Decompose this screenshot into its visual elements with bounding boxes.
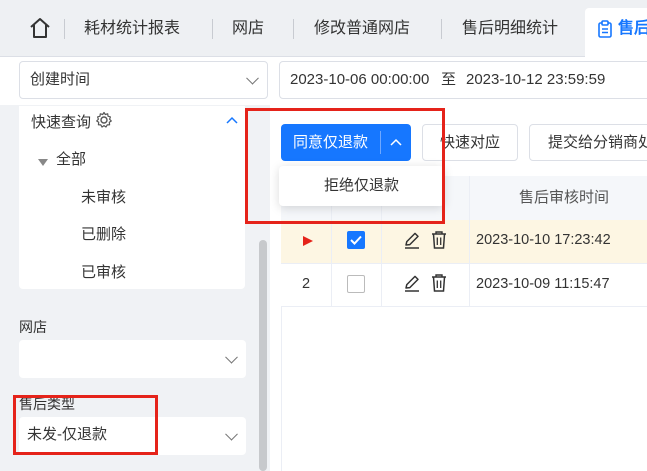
- tab-separator: [212, 19, 213, 39]
- tree-node-deleted[interactable]: 已删除: [81, 223, 126, 244]
- time-field-value: 创建时间: [30, 71, 91, 88]
- home-tab[interactable]: [26, 14, 54, 42]
- date-range-picker[interactable]: 2023-10-06 00:00:00 至 2023-10-12 23:59:5…: [279, 61, 647, 99]
- row-index: 2: [302, 276, 311, 292]
- edit-icon[interactable]: [402, 230, 422, 250]
- highlight-box-aftersale-type: [13, 395, 158, 455]
- date-range-separator: 至: [441, 71, 457, 88]
- tab-shop[interactable]: 网店: [232, 0, 264, 57]
- caret-down-icon[interactable]: [38, 154, 48, 172]
- submit-to-distributor-button[interactable]: 提交给分销商处: [529, 124, 647, 161]
- tab-separator: [441, 19, 442, 39]
- tab-aftersale-active[interactable]: 售后: [585, 8, 647, 57]
- delete-icon[interactable]: [430, 273, 448, 293]
- chevron-down-icon: [246, 71, 259, 85]
- gear-icon[interactable]: [95, 111, 113, 134]
- date-start: 2023-10-06 00:00:00: [290, 71, 430, 88]
- row-checkbox[interactable]: [347, 231, 365, 249]
- tab-aftersale-detail[interactable]: 售后明细统计: [462, 0, 558, 57]
- current-row-marker-icon: [303, 236, 313, 246]
- home-icon: [30, 18, 50, 38]
- chevron-down-icon: [225, 427, 238, 441]
- row-checkbox[interactable]: [347, 275, 365, 293]
- chevron-down-icon: [225, 350, 238, 364]
- tab-edit-shop[interactable]: 修改普通网店: [314, 0, 410, 57]
- tab-separator: [293, 19, 294, 39]
- check-icon: [350, 235, 362, 245]
- shop-filter-label: 网店: [19, 319, 47, 335]
- table-header-review-time[interactable]: 售后审核时间: [469, 176, 647, 221]
- highlight-box-refund-actions: [245, 108, 445, 224]
- delete-icon[interactable]: [430, 230, 448, 250]
- tree-node-reviewed[interactable]: 已审核: [81, 261, 126, 282]
- table-grid-line: [281, 263, 647, 264]
- table-grid-line: [469, 176, 470, 306]
- time-field-select[interactable]: 创建时间: [19, 61, 268, 99]
- clipboard-icon: [597, 20, 613, 43]
- tab-separator: [64, 19, 65, 39]
- quick-query-title: 快速查询: [31, 114, 92, 131]
- tab-consumable-report[interactable]: 耗材统计报表: [84, 0, 180, 57]
- tab-active-label: 售后: [618, 20, 647, 37]
- tab-bar: 耗材统计报表 网店 修改普通网店 售后明细统计 售后: [0, 0, 647, 57]
- tree-node-all[interactable]: 全部: [56, 148, 86, 169]
- table-empty-area: [281, 306, 647, 471]
- date-end: 2023-10-12 23:59:59: [466, 71, 606, 88]
- shop-select[interactable]: [19, 340, 246, 378]
- tree-node-unreviewed[interactable]: 未审核: [81, 186, 126, 207]
- collapse-chevron-icon[interactable]: [226, 111, 238, 129]
- edit-icon[interactable]: [402, 273, 422, 293]
- review-time-cell: 2023-10-09 11:15:47: [476, 276, 610, 292]
- left-panel-scrollbar[interactable]: [259, 240, 267, 471]
- review-time-cell: 2023-10-10 17:23:42: [476, 232, 611, 248]
- quick-query-panel: 快速查询 全部 未审核 已删除 已审核: [19, 106, 245, 289]
